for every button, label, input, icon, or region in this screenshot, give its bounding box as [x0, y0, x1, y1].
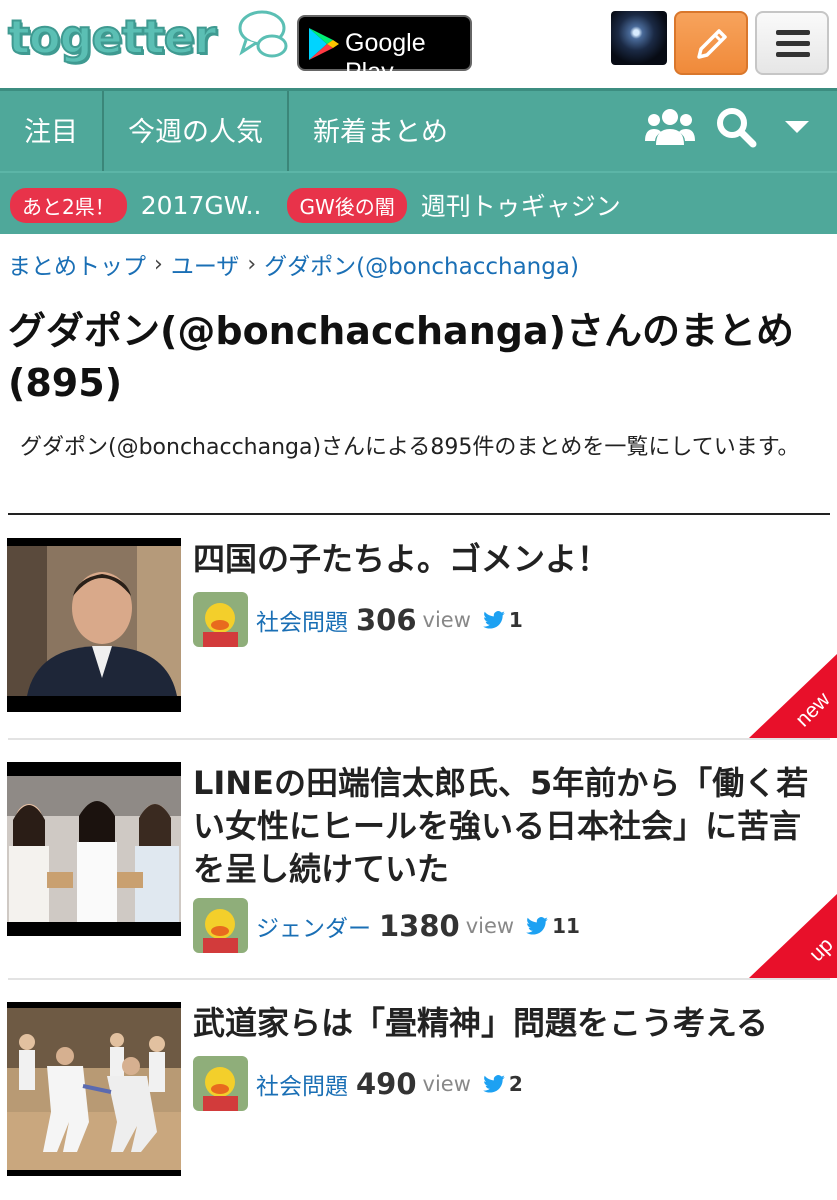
- new-corner-badge: new: [749, 654, 837, 738]
- tab-weekly-popular[interactable]: 今週の人気: [104, 91, 289, 171]
- chevron-right-icon: ›: [154, 251, 163, 277]
- category-link[interactable]: 社会問題: [256, 1067, 348, 1101]
- speech-bubble-icon: [238, 10, 288, 58]
- list-item[interactable]: 四国の子たちよ。ゴメンよ！ 社会問題 306 view 1 new: [0, 538, 837, 738]
- twitter-bird-icon: [483, 1074, 505, 1093]
- item-title[interactable]: 四国の子たちよ。ゴメンよ！: [193, 538, 829, 581]
- view-label: view: [422, 607, 471, 632]
- thumbnail-image[interactable]: [7, 538, 181, 712]
- view-count: 490: [356, 1066, 417, 1101]
- thumbnail-image[interactable]: [7, 1002, 181, 1176]
- create-button[interactable]: [674, 11, 748, 75]
- item-title[interactable]: LINEの田端信太郎氏、5年前から「働く若い女性にヒールを強いる日本社会」に苦言…: [193, 762, 829, 891]
- breadcrumb-user[interactable]: ユーザ: [171, 247, 240, 281]
- nav-icons: [645, 105, 817, 149]
- breadcrumb-top[interactable]: まとめトップ: [8, 247, 146, 281]
- google-play-label: Google Play: [345, 29, 426, 86]
- category-link[interactable]: 社会問題: [256, 603, 348, 637]
- category-link[interactable]: ジェンダー: [256, 909, 371, 943]
- ticker-badge-2[interactable]: GW後の闇: [287, 187, 407, 223]
- google-play-badge[interactable]: Google Play: [297, 15, 472, 86]
- nav-tabs: 注目 今週の人気 新着まとめ: [0, 91, 472, 171]
- view-label: view: [465, 913, 515, 938]
- google-play-icon: [309, 28, 339, 60]
- user-avatar[interactable]: [611, 11, 667, 65]
- tab-featured[interactable]: 注目: [0, 91, 104, 171]
- ticker-text-2[interactable]: 週刊トゥギャジン: [421, 187, 621, 223]
- view-count: 306: [356, 602, 417, 637]
- up-corner-badge: up: [749, 894, 837, 978]
- twitter-bird-icon: [526, 916, 548, 935]
- item-meta: 社会問題 490 view 2: [193, 1056, 523, 1111]
- main-nav: 注目 今週の人気 新着まとめ あと2県！ 2017GW.. GW後の闇 週刊トゥ…: [0, 88, 837, 234]
- logo-text: togetter: [7, 9, 218, 65]
- list-item[interactable]: 武道家らは「畳精神」問題をこう考える 社会問題 490 view 2: [0, 1002, 837, 1200]
- tweet-count: 1: [508, 607, 523, 632]
- search-icon[interactable]: [715, 106, 757, 148]
- twitter-bird-icon: [483, 610, 505, 629]
- breadcrumb: まとめトップ › ユーザ › グダポン(@bonchacchanga): [8, 247, 579, 281]
- tweet-count: 2: [508, 1071, 523, 1096]
- hamburger-icon: [776, 30, 810, 57]
- divider: [8, 738, 830, 740]
- thumbnail-image[interactable]: [7, 762, 181, 936]
- item-meta: 社会問題 306 view 1: [193, 592, 523, 647]
- author-avatar[interactable]: [193, 898, 248, 953]
- view-count: 1380: [379, 908, 460, 943]
- divider: [8, 978, 830, 980]
- menu-button[interactable]: [755, 11, 829, 75]
- tweet-count: 11: [552, 913, 580, 938]
- nav-divider: [0, 171, 837, 173]
- chevron-right-icon: ›: [247, 251, 257, 277]
- list-item[interactable]: LINEの田端信太郎氏、5年前から「働く若い女性にヒールを強いる日本社会」に苦言…: [0, 762, 837, 978]
- author-avatar[interactable]: [193, 592, 248, 647]
- item-title[interactable]: 武道家らは「畳精神」問題をこう考える: [193, 1002, 829, 1045]
- divider: [8, 513, 830, 515]
- caret-down-icon[interactable]: [777, 107, 817, 147]
- news-ticker: あと2県！ 2017GW.. GW後の闇 週刊トゥギャジン: [10, 187, 647, 223]
- item-meta: ジェンダー 1380 view 11: [193, 898, 580, 953]
- breadcrumb-profile[interactable]: グダポン(@bonchacchanga): [264, 247, 579, 281]
- togetter-logo[interactable]: togetter: [7, 8, 288, 72]
- page-description: グダポン(@bonchacchanga)さんによる895件のまとめを一覧にしてい…: [20, 435, 800, 460]
- author-avatar[interactable]: [193, 1056, 248, 1111]
- page-title: グダポン(@bonchacchanga)さんのまとめ(895): [8, 309, 794, 405]
- ticker-text-1[interactable]: 2017GW..: [141, 191, 262, 220]
- users-icon[interactable]: [645, 105, 695, 149]
- view-label: view: [422, 1071, 471, 1096]
- pencil-icon: [697, 29, 727, 59]
- ticker-badge-1[interactable]: あと2県！: [10, 187, 127, 223]
- top-header: togetter Google Play: [0, 0, 837, 88]
- tab-new[interactable]: 新着まとめ: [289, 91, 472, 171]
